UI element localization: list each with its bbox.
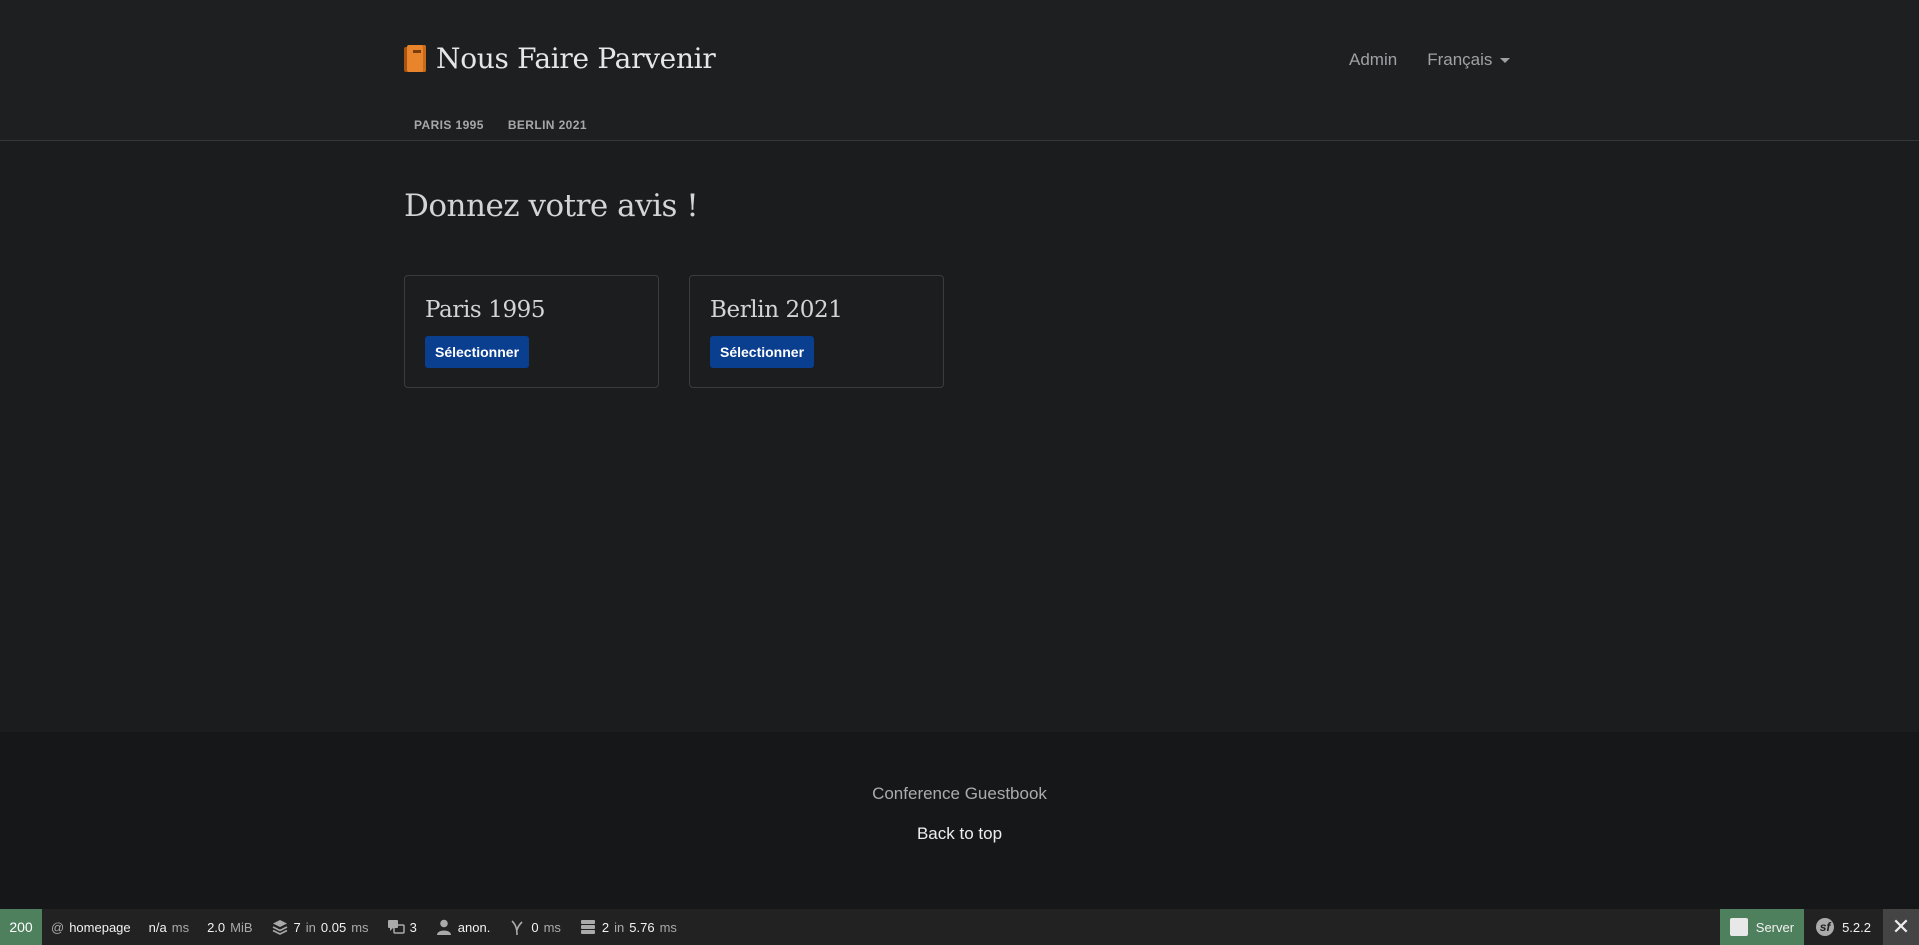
debug-toolbar: 200 @ homepage n/a ms 2.0 MiB 7 in 0.05 … [0, 909, 1919, 945]
database-panel[interactable]: 7 in 0.05 ms [262, 909, 378, 945]
brand-link[interactable]: Nous Faire Parvenir [404, 42, 716, 75]
subnav-item-paris-1995[interactable]: PARIS 1995 [414, 118, 484, 132]
db-in: in [305, 919, 316, 935]
database-layers-icon [272, 920, 287, 935]
page-title: Donnez votre avis ! [404, 188, 699, 224]
security-panel[interactable]: anon. [426, 909, 500, 945]
server-icon [1729, 918, 1748, 936]
time-unit: ms [171, 919, 190, 935]
symfony-version: 5.2.2 [1842, 919, 1871, 935]
time-value: n/a [148, 919, 167, 935]
user-icon [436, 919, 451, 935]
site-header: Nous Faire Parvenir Admin Français PARIS… [0, 0, 1919, 141]
server-panel[interactable]: Server [1719, 909, 1805, 945]
select-button[interactable]: Sélectionner [425, 336, 529, 368]
cache-unit: ms [659, 919, 677, 935]
conference-card-paris-1995: Paris 1995 Sélectionner [404, 275, 659, 388]
admin-link[interactable]: Admin [1349, 50, 1397, 70]
twig-time: 0 [531, 919, 539, 935]
db-time: 0.05 [320, 919, 347, 935]
translation-count: 3 [409, 919, 417, 935]
twig-unit: ms [543, 919, 561, 935]
twig-panel[interactable]: 0 ms [499, 909, 570, 945]
chevron-down-icon [1500, 57, 1511, 63]
server-label: Server [1755, 919, 1795, 935]
memory-unit: MiB [230, 919, 253, 935]
cache-icon [580, 920, 595, 934]
route-panel[interactable]: @ homepage [42, 909, 140, 945]
language-label: Français [1427, 50, 1493, 69]
brand-title: Nous Faire Parvenir [436, 42, 716, 75]
memory-panel[interactable]: 2.0 MiB [198, 909, 261, 945]
translation-panel[interactable]: 3 [378, 909, 426, 945]
book-icon [404, 44, 426, 73]
translation-icon [387, 920, 405, 934]
status-code-badge[interactable]: 200 [0, 909, 42, 945]
card-title: Paris 1995 [425, 297, 546, 323]
conference-subnav: PARIS 1995 BERLIN 2021 [414, 118, 587, 132]
header-nav: Admin Français [1349, 50, 1511, 70]
select-button[interactable]: Sélectionner [710, 336, 814, 368]
symfony-logo-icon: sf [1816, 918, 1835, 936]
conference-card-berlin-2021: Berlin 2021 Sélectionner [689, 275, 944, 388]
back-to-top-link[interactable]: Back to top [0, 824, 1919, 844]
site-footer: Conference Guestbook Back to top [0, 732, 1919, 909]
cache-time: 5.76 [629, 919, 655, 935]
close-icon[interactable]: ✕ [1883, 909, 1919, 945]
cache-in: in [614, 919, 625, 935]
language-dropdown[interactable]: Français [1427, 50, 1511, 70]
route-name: homepage [69, 919, 131, 935]
route-at-symbol: @ [51, 919, 65, 935]
subnav-item-berlin-2021[interactable]: BERLIN 2021 [508, 118, 587, 132]
cache-panel[interactable]: 2 in 5.76 ms [570, 909, 686, 945]
cache-count: 2 [601, 919, 610, 935]
db-count: 7 [293, 919, 301, 935]
user-name: anon. [457, 919, 491, 935]
symfony-version-panel[interactable]: sf 5.2.2 [1804, 909, 1883, 945]
memory-value: 2.0 [207, 919, 226, 935]
db-unit: ms [351, 919, 369, 935]
time-panel[interactable]: n/a ms [140, 909, 198, 945]
footer-brand: Conference Guestbook [872, 784, 1047, 803]
twig-icon [511, 920, 523, 936]
card-title: Berlin 2021 [710, 297, 843, 323]
